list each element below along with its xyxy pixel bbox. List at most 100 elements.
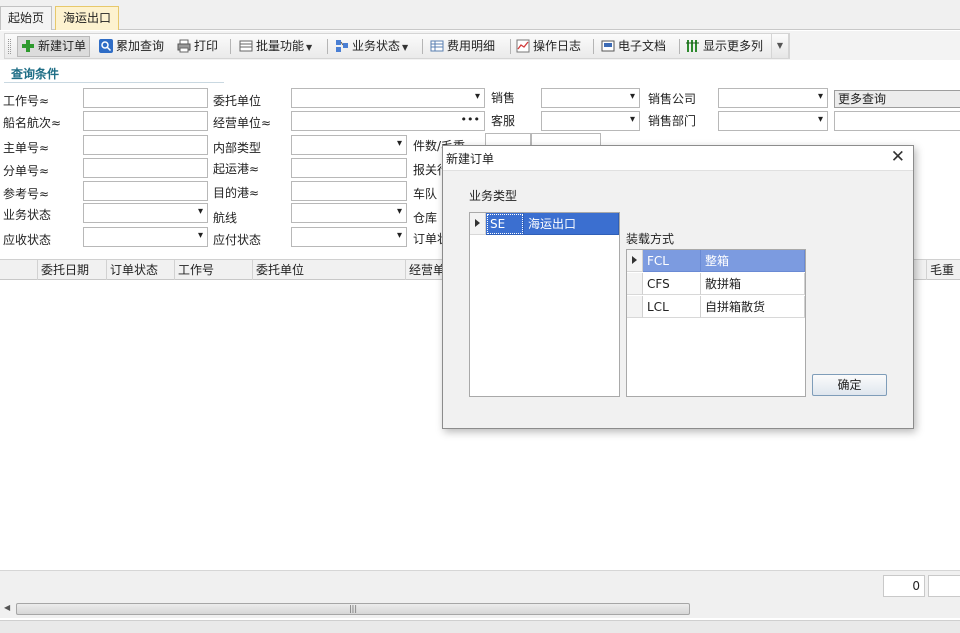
show-more-columns-button[interactable]: 显示更多列 (686, 36, 763, 57)
port-destination-input[interactable] (291, 181, 407, 201)
business-type-label: 业务类型 (469, 189, 518, 203)
fleet-label: 车队 (413, 187, 438, 201)
job-no-input[interactable] (83, 88, 208, 108)
business-status-button[interactable]: 业务状态 ▼ (335, 36, 408, 57)
client-select[interactable] (291, 88, 485, 108)
list-item[interactable]: SE 海运出口 (470, 213, 619, 235)
log-chart-icon (516, 39, 530, 53)
row-indicator (627, 250, 643, 272)
toolbar-separator (327, 39, 328, 54)
status-icon (336, 40, 348, 52)
grid-column-header[interactable]: 工作号 (175, 260, 253, 280)
loading-method-name: 整箱 (701, 250, 805, 272)
vessel-voyage-input[interactable] (83, 111, 208, 131)
loading-method-code: FCL (643, 250, 701, 272)
new-order-button[interactable]: 新建订单 (17, 36, 91, 57)
sales-dept-label: 销售部门 (648, 114, 697, 128)
chevron-down-icon: ▼ (306, 43, 313, 52)
warehouse-label: 仓库 (413, 211, 438, 225)
client-label: 委托单位 (213, 94, 262, 108)
close-icon[interactable]: ✕ (891, 147, 905, 167)
business-type-name: 海运出口 (524, 213, 619, 235)
toolbar-grip[interactable] (8, 39, 11, 54)
operating-unit-input[interactable]: ••• (291, 111, 485, 131)
row-indicator (627, 296, 643, 318)
route-select[interactable] (291, 203, 407, 223)
toolbar-separator (422, 39, 423, 54)
list-item[interactable]: FCL 整箱 (627, 250, 805, 272)
customer-service-select[interactable] (541, 111, 640, 131)
loading-method-name: 散拼箱 (701, 273, 805, 295)
business-type-list[interactable]: SE 海运出口 (469, 212, 620, 397)
operation-log-button[interactable]: 操作日志 (516, 36, 581, 57)
list-item[interactable]: LCL 自拼箱散货 (627, 296, 805, 318)
reference-no-label: 参考号≈ (3, 187, 50, 201)
horizontal-scrollbar[interactable]: ◀ ||| (0, 600, 960, 618)
business-status-select[interactable] (83, 203, 208, 223)
list-item[interactable]: CFS 散拼箱 (627, 273, 805, 295)
more-query-button[interactable]: 更多查询 (834, 90, 960, 108)
fee-details-button[interactable]: 费用明细 (430, 36, 495, 57)
toolbar-separator (510, 39, 511, 54)
toolbar-label: 电子文档 (618, 39, 667, 53)
toolbar-label: 新建订单 (38, 39, 87, 53)
tab-label: 起始页 (8, 11, 45, 25)
internal-type-label: 内部类型 (213, 141, 262, 155)
grid-column-header[interactable]: 委托日期 (38, 260, 107, 280)
cumulative-query-button[interactable]: 累加查询 (99, 36, 164, 57)
toolbar-separator (593, 39, 594, 54)
extra-query-input[interactable] (834, 111, 960, 131)
grid-column-header[interactable]: 订单状态 (107, 260, 175, 280)
add-icon (22, 40, 34, 52)
sales-select[interactable] (541, 88, 640, 108)
tab-start-page[interactable]: 起始页 (0, 6, 53, 30)
query-title-underline (4, 82, 224, 83)
vessel-voyage-label: 船名航次≈ (3, 116, 62, 130)
ok-button[interactable]: 确定 (812, 374, 887, 396)
port-loading-input[interactable] (291, 158, 407, 178)
grip-icon: ||| (348, 604, 358, 613)
batch-functions-button[interactable]: 批量功能 ▼ (239, 36, 312, 57)
sales-company-label: 销售公司 (648, 92, 697, 106)
toolbar-label: 业务状态 (352, 39, 401, 53)
operating-unit-label: 经营单位≈ (213, 116, 272, 130)
internal-type-select[interactable] (291, 135, 407, 155)
ellipsis-icon[interactable]: ••• (461, 113, 480, 126)
document-icon (601, 40, 615, 52)
receivable-status-select[interactable] (83, 227, 208, 247)
row-indicator (470, 213, 486, 235)
dialog-title-bar: 新建订单 ✕ (443, 146, 913, 171)
grid-column-header[interactable]: 经营单 (406, 260, 446, 280)
payable-status-select[interactable] (291, 227, 407, 247)
grid-column-header[interactable]: 毛重 (926, 260, 960, 280)
loading-method-list[interactable]: FCL 整箱 CFS 散拼箱 LCL 自拼箱散货 (626, 249, 806, 397)
scroll-left-icon[interactable]: ◀ (4, 603, 10, 612)
loading-method-code: LCL (643, 296, 701, 318)
toolbar-label: 批量功能 (256, 39, 305, 53)
columns-icon (686, 40, 699, 52)
status-bar (0, 620, 960, 633)
printer-icon (177, 39, 191, 53)
loading-method-code: CFS (643, 273, 701, 295)
tab-sea-export[interactable]: 海运出口 (55, 6, 120, 30)
sales-dept-select[interactable] (718, 111, 828, 131)
row-pointer-icon (475, 219, 480, 227)
receivable-status-label: 应收状态 (3, 233, 52, 247)
toolbar-label: 显示更多列 (703, 39, 764, 53)
reference-no-input[interactable] (83, 181, 208, 201)
house-bl-input[interactable] (83, 158, 208, 178)
loading-method-name: 自拼箱散货 (701, 296, 805, 318)
master-bl-input[interactable] (83, 135, 208, 155)
electronic-documents-button[interactable]: 电子文档 (601, 36, 666, 57)
route-label: 航线 (213, 211, 238, 225)
house-bl-label: 分单号≈ (3, 164, 50, 178)
grid-column-header[interactable]: 委托单位 (253, 260, 406, 280)
dialog-title: 新建订单 (446, 152, 495, 166)
toolbar: 新建订单 累加查询 打印 批量功能 ▼ 业务状态 ▼ 费用明细 操作日志 电子文档 (0, 31, 960, 60)
scrollbar-thumb[interactable]: ||| (16, 603, 690, 615)
sales-company-select[interactable] (718, 88, 828, 108)
print-button[interactable]: 打印 (177, 36, 218, 57)
toolbar-label: 操作日志 (533, 39, 582, 53)
footer-total-cell (928, 575, 960, 597)
toolbar-overflow-button[interactable]: ▼ (771, 33, 789, 59)
